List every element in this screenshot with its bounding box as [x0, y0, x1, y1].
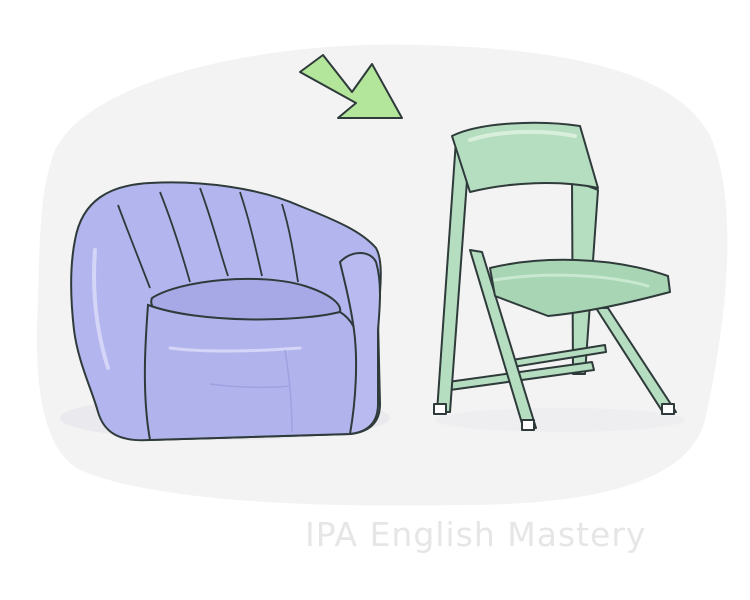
illustration-scene — [36, 44, 728, 506]
illustration-canvas: IPA English Mastery — [0, 0, 750, 600]
watermark-text: IPA English Mastery — [305, 515, 647, 554]
